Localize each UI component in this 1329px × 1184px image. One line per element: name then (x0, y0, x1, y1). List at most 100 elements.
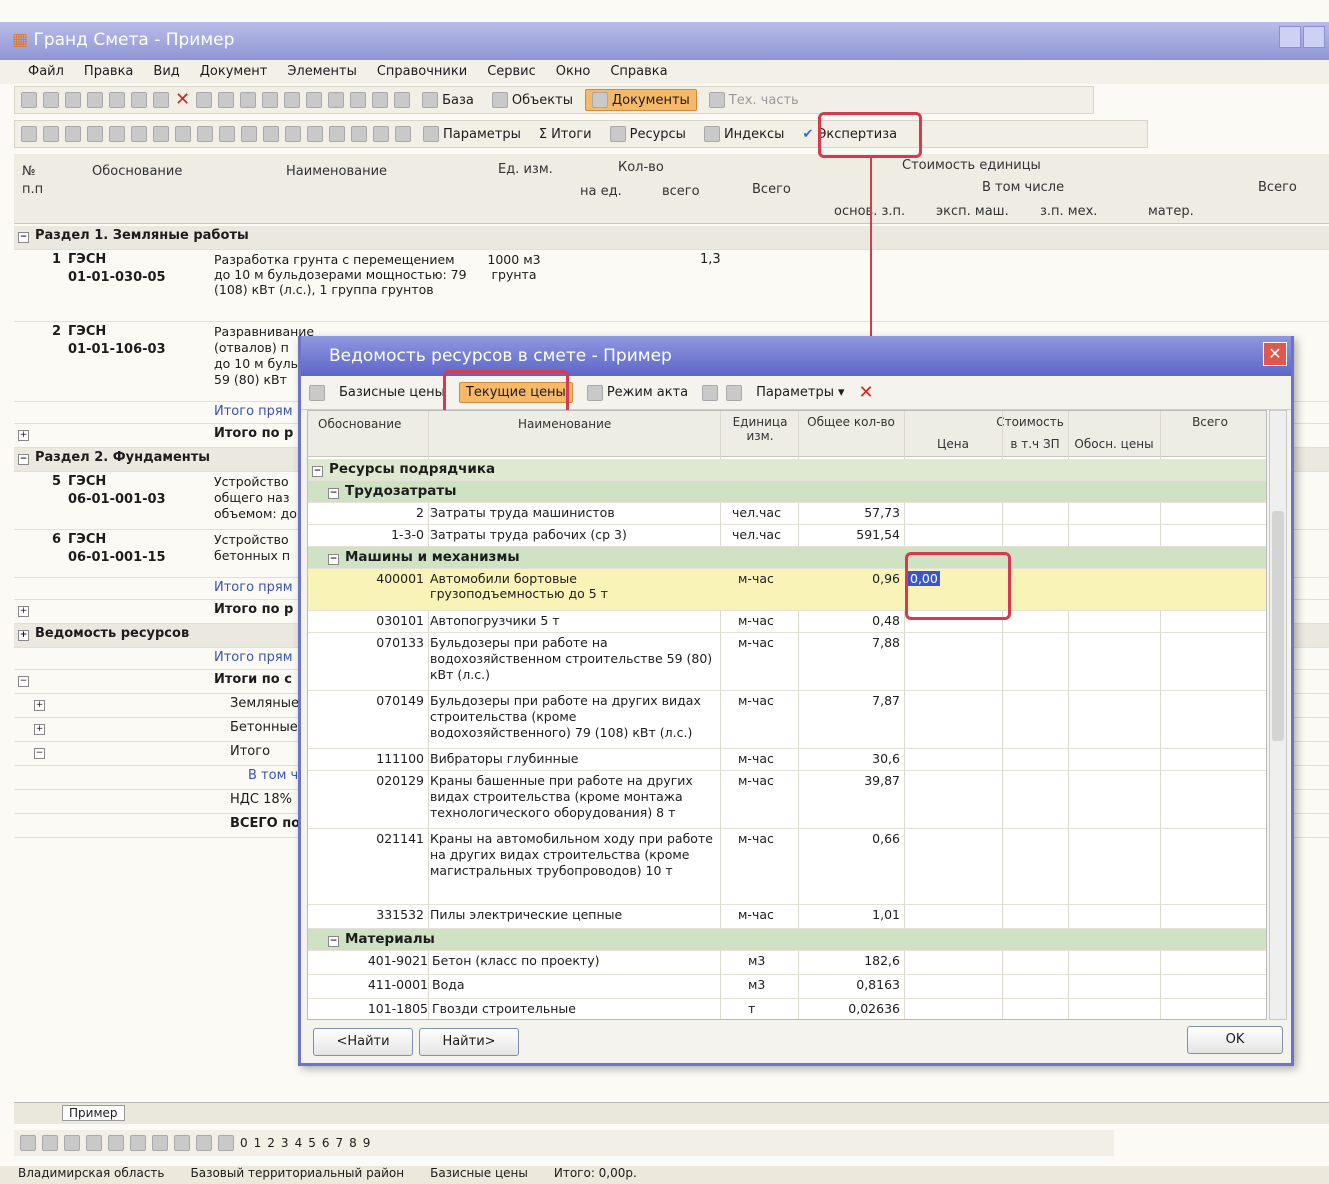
list-icon[interactable] (328, 92, 345, 108)
find-next-button[interactable]: Найти> (419, 1028, 519, 1056)
sort-asc-icon[interactable] (702, 384, 719, 401)
collapse-icon[interactable]: − (328, 488, 339, 499)
num-1[interactable]: 1 (254, 1136, 262, 1150)
tech-part-button[interactable]: Тех. часть (703, 90, 805, 110)
tool-j-icon[interactable] (219, 126, 235, 142)
expand-icon[interactable]: + (34, 724, 45, 735)
params-dropdown[interactable]: Параметры ▾ (750, 383, 850, 402)
base-button[interactable]: База (416, 90, 480, 110)
tool-l-icon[interactable] (263, 126, 279, 142)
resource-row[interactable]: 111100 Вибраторы глубинные м-час 30,6 (308, 749, 1266, 771)
sort-icon[interactable] (240, 92, 257, 108)
resources-button[interactable]: Ресурсы (604, 124, 692, 144)
tool-d-icon[interactable] (87, 126, 103, 142)
flag4-icon[interactable] (86, 1135, 102, 1151)
tool-n-icon[interactable] (307, 126, 323, 142)
brush-icon[interactable] (372, 92, 389, 108)
group-materials[interactable]: − Материалы (308, 929, 1266, 951)
resource-row[interactable]: 411-0001 Вода м3 0,8163 (308, 975, 1266, 999)
params-button[interactable]: Параметры (417, 124, 527, 144)
check-flag5-icon[interactable] (218, 1135, 234, 1151)
menu-view[interactable]: Вид (143, 60, 189, 84)
tool-a-icon[interactable] (21, 126, 37, 142)
collapse-icon[interactable]: − (34, 748, 45, 759)
num-8[interactable]: 8 (349, 1136, 357, 1150)
insert-icon[interactable] (196, 92, 213, 108)
num-2[interactable]: 2 (267, 1136, 275, 1150)
menu-service[interactable]: Сервис (477, 60, 546, 84)
resource-row[interactable]: 021141 Краны на автомобильном ходу при ра… (308, 829, 1266, 905)
maximize-button[interactable] (1303, 26, 1325, 48)
totals-button[interactable]: Σ Итоги (533, 125, 598, 144)
resource-row[interactable]: 101-1805 Гвозди строительные т 0,02636 (308, 999, 1266, 1019)
undo-icon[interactable] (153, 92, 169, 108)
resource-row[interactable]: 070149 Бульдозеры при работе на других ви… (308, 691, 1266, 749)
delete-icon[interactable]: ✕ (859, 383, 874, 401)
documents-button[interactable]: Документы (584, 89, 697, 111)
check-flag3-icon[interactable] (174, 1135, 190, 1151)
sheet-tab-primer[interactable]: Пример (62, 1105, 125, 1121)
tool-r-icon[interactable] (395, 126, 411, 142)
tool-o-icon[interactable] (329, 126, 345, 142)
section-row[interactable]: − Раздел 1. Земляные работы (14, 226, 1329, 250)
num-5[interactable]: 5 (308, 1136, 316, 1150)
tool-h-icon[interactable] (175, 126, 191, 142)
num-0[interactable]: 0 (240, 1136, 248, 1150)
flag3-icon[interactable] (64, 1135, 80, 1151)
resource-row[interactable]: 070133 Бульдозеры при работе на водохозяй… (308, 633, 1266, 691)
resource-row[interactable]: 2 Затраты труда машинистов чел.час 57,73 (308, 503, 1266, 525)
menu-elements[interactable]: Элементы (277, 60, 367, 84)
tool-c-icon[interactable] (65, 126, 81, 142)
check-flag2-icon[interactable] (152, 1135, 168, 1151)
num-6[interactable]: 6 (322, 1136, 330, 1150)
tool-i-icon[interactable] (197, 126, 213, 142)
group-machines[interactable]: − Машины и механизмы (308, 547, 1266, 569)
act-mode-button[interactable]: Режим акта (581, 383, 694, 403)
vertical-scrollbar[interactable] (1269, 410, 1287, 1020)
tool-e-icon[interactable] (109, 126, 125, 142)
tool-b-icon[interactable] (43, 126, 59, 142)
save-icon[interactable] (21, 92, 37, 108)
menu-references[interactable]: Справочники (367, 60, 477, 84)
resource-row[interactable]: 331532 Пилы электрические цепные м-час 1,01 (308, 905, 1266, 929)
save-as-icon[interactable] (43, 92, 59, 108)
menu-document[interactable]: Документ (190, 60, 278, 84)
collapse-icon[interactable]: − (328, 936, 339, 947)
close-icon[interactable]: ✕ (1263, 342, 1287, 366)
num-3[interactable]: 3 (281, 1136, 289, 1150)
tool-f-icon[interactable] (131, 126, 147, 142)
copy-icon[interactable] (65, 92, 81, 108)
scroll-thumb[interactable] (1272, 511, 1284, 741)
resource-row[interactable]: 401-9021 Бетон (класс по проекту) м3 182,6 (308, 951, 1266, 975)
minimize-button[interactable] (1279, 26, 1301, 48)
doc-icon[interactable] (350, 92, 367, 108)
group-labor[interactable]: − Трудозатраты (308, 481, 1266, 503)
collapse-icon[interactable]: − (312, 466, 323, 477)
base-prices-button[interactable]: Базисные цены (333, 383, 451, 402)
check-flag4-icon[interactable] (196, 1135, 212, 1151)
resource-row[interactable]: 020129 Краны башенные при работе на други… (308, 771, 1266, 829)
expand-icon[interactable]: + (18, 630, 29, 641)
collapse-icon[interactable]: − (18, 232, 29, 243)
check-flag-icon[interactable] (130, 1135, 146, 1151)
indexes-button[interactable]: Индексы (698, 124, 790, 144)
cut-icon[interactable] (87, 92, 103, 108)
find-icon[interactable] (131, 92, 147, 108)
flag2-icon[interactable] (42, 1135, 58, 1151)
find-prev-button[interactable]: <Найти (313, 1028, 413, 1056)
tool-p-icon[interactable] (351, 126, 367, 142)
flag5-icon[interactable] (108, 1135, 124, 1151)
collapse-icon[interactable]: − (18, 676, 29, 687)
expand-icon[interactable]: + (18, 606, 29, 617)
num-7[interactable]: 7 (335, 1136, 343, 1150)
ok-button[interactable]: OK (1187, 1026, 1283, 1054)
tool-m-icon[interactable] (285, 126, 301, 142)
tool-k-icon[interactable] (241, 126, 257, 142)
calc-icon[interactable] (394, 92, 411, 108)
tool-q-icon[interactable] (373, 126, 389, 142)
num-4[interactable]: 4 (295, 1136, 303, 1150)
menu-file[interactable]: Файл (18, 60, 74, 84)
num-9[interactable]: 9 (363, 1136, 371, 1150)
folder-icon[interactable] (262, 92, 279, 108)
table-icon[interactable] (218, 92, 235, 108)
